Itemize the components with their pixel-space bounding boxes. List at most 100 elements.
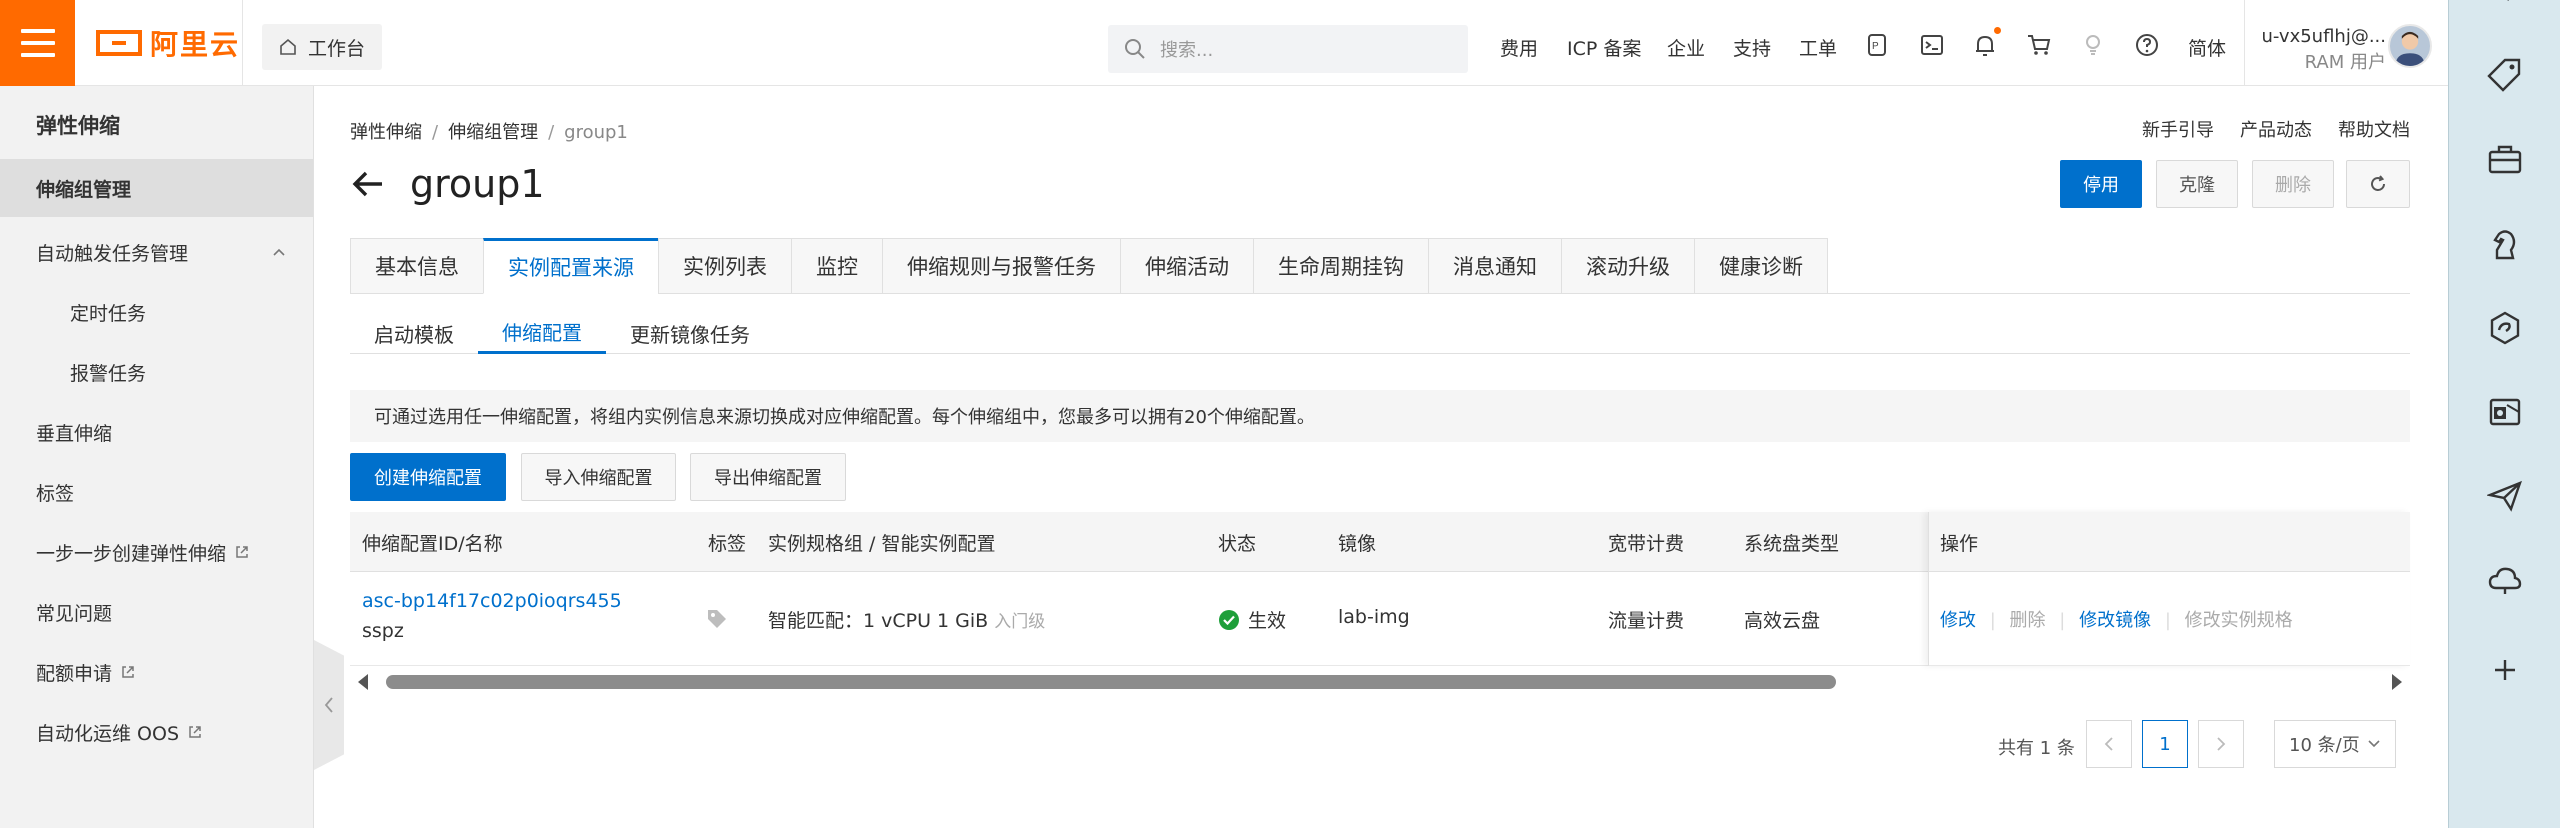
help-icon[interactable] xyxy=(2134,32,2160,58)
workbench-button[interactable]: 工作台 xyxy=(262,24,382,70)
page-title: group1 xyxy=(350,162,545,206)
console-app: 阿里云 工作台 搜索... 费用 ICP 备案 企业 支持 工单 P 简体 u-… xyxy=(0,0,2448,828)
chevron-right-icon xyxy=(2217,737,2226,751)
cloud-icon[interactable] xyxy=(2449,550,2560,610)
nav-enterprise[interactable]: 企业 xyxy=(1667,34,1705,61)
breadcrumb-item[interactable]: 伸缩组管理 xyxy=(448,122,538,143)
tab-notifications[interactable]: 消息通知 xyxy=(1428,238,1561,294)
notification-dot xyxy=(1994,27,2001,34)
sidebar-item-label: 定时任务 xyxy=(70,302,147,325)
svg-text:P: P xyxy=(1872,41,1879,52)
home-icon xyxy=(280,38,296,55)
sidebar-item-tags[interactable]: 标签 xyxy=(0,463,313,521)
sidebar-item-scheduled-tasks[interactable]: 定时任务 xyxy=(0,283,313,341)
sidebar-item-faq[interactable]: 常见问题 xyxy=(0,583,313,641)
sidebar-item-label: 一步一步创建弹性伸缩 xyxy=(36,542,227,565)
subtab-launch-template[interactable]: 启动模板 xyxy=(350,312,478,354)
tab-scaling-activity[interactable]: 伸缩活动 xyxy=(1120,238,1253,294)
tab-scaling-rules[interactable]: 伸缩规则与报警任务 xyxy=(882,238,1120,294)
nav-fees[interactable]: 费用 xyxy=(1500,34,1538,61)
horizontal-scrollbar[interactable] xyxy=(350,670,2410,694)
nav-support[interactable]: 支持 xyxy=(1733,34,1771,61)
tag-icon[interactable] xyxy=(2449,44,2560,104)
sidebar-item-label: 伸缩组管理 xyxy=(36,178,132,201)
chevron-left-icon xyxy=(324,697,333,713)
sidebar-item-alarm-tasks[interactable]: 报警任务 xyxy=(0,343,313,401)
chevron-down-icon xyxy=(2368,740,2380,748)
prev-page-button[interactable] xyxy=(2086,720,2132,768)
config-id-link[interactable]: asc-bp14f17c02p0ioqrs455 xyxy=(362,590,622,612)
external-link-icon xyxy=(189,726,201,738)
add-icon[interactable] xyxy=(2449,640,2560,700)
user-info[interactable]: u-vx5uflhj@... RAM 用户 xyxy=(2256,24,2387,76)
subtab-image-update[interactable]: 更新镜像任务 xyxy=(606,312,774,354)
nav-ticket[interactable]: 工单 xyxy=(1799,34,1837,61)
cart-icon[interactable] xyxy=(2026,32,2052,58)
lightbulb-icon[interactable] xyxy=(2080,32,2106,58)
sidebar-item-auto-tasks[interactable]: 自动触发任务管理 xyxy=(0,223,313,281)
tab-lifecycle-hooks[interactable]: 生命周期挂钩 xyxy=(1253,238,1428,294)
page-size-select[interactable]: 10 条/页 xyxy=(2274,720,2396,768)
terminal-icon[interactable] xyxy=(1919,32,1945,58)
sub-tabs: 启动模板 伸缩配置 更新镜像任务 xyxy=(350,312,2410,354)
menu-icon[interactable] xyxy=(0,0,75,86)
toolbox-icon[interactable] xyxy=(2449,130,2560,190)
tab-instance-config-source[interactable]: 实例配置来源 xyxy=(483,238,658,294)
status-cell: 生效 xyxy=(1218,606,1286,633)
sidebar-item-vertical-scaling[interactable]: 垂直伸缩 xyxy=(0,403,313,461)
refresh-button[interactable] xyxy=(2346,160,2410,208)
breadcrumb-item[interactable]: 弹性伸缩 xyxy=(350,122,422,143)
sidebar-item-tutorial[interactable]: 一步一步创建弹性伸缩 xyxy=(0,523,313,581)
avatar[interactable] xyxy=(2388,24,2432,68)
chess-knight-icon[interactable] xyxy=(2449,214,2560,274)
main-content: 弹性伸缩 / 伸缩组管理 / group1 新手引导 产品动态 帮助文档 group1 停用… xyxy=(350,86,2410,828)
ai-assistant-icon[interactable]: P xyxy=(1864,32,1890,58)
sidebar-item-label: 配额申请 xyxy=(36,662,113,685)
aliyun-logo[interactable]: 阿里云 xyxy=(96,24,240,62)
column-header: 镜像 xyxy=(1338,532,1377,555)
search-input[interactable]: 搜索... xyxy=(1108,25,1468,73)
tab-basic-info[interactable]: 基本信息 xyxy=(350,238,483,294)
subtab-scaling-config[interactable]: 伸缩配置 xyxy=(478,312,606,354)
tag-icon[interactable] xyxy=(706,608,728,630)
notification-bell-icon[interactable] xyxy=(1972,32,1998,58)
sidebar-item-oos[interactable]: 自动化运维 OOS xyxy=(0,703,313,761)
page-number-button[interactable]: 1 xyxy=(2142,720,2188,768)
search-icon xyxy=(1125,39,1145,59)
tab-rolling-upgrade[interactable]: 滚动升级 xyxy=(1561,238,1694,294)
next-page-button[interactable] xyxy=(2198,720,2244,768)
edge-browser-icon[interactable] xyxy=(2449,298,2560,358)
scroll-right-icon[interactable] xyxy=(2392,674,2402,690)
breadcrumb-current: group1 xyxy=(564,122,628,143)
create-config-button[interactable]: 创建伸缩配置 xyxy=(350,453,506,501)
link-help-docs[interactable]: 帮助文档 xyxy=(2338,120,2410,141)
import-config-button[interactable]: 导入伸缩配置 xyxy=(521,453,676,501)
tab-health-diagnosis[interactable]: 健康诊断 xyxy=(1694,238,1828,294)
scrollbar-thumb[interactable] xyxy=(386,675,1836,689)
export-config-button[interactable]: 导出伸缩配置 xyxy=(690,453,846,501)
clone-button[interactable]: 克隆 xyxy=(2156,160,2238,208)
language-switch[interactable]: 简体 xyxy=(2188,34,2226,61)
link-product-news[interactable]: 产品动态 xyxy=(2240,120,2312,141)
column-header: 系统盘类型 xyxy=(1744,532,1840,555)
column-header: 状态 xyxy=(1218,532,1257,555)
column-header: 实例规格组 / 智能实例配置 xyxy=(768,532,996,555)
tab-monitoring[interactable]: 监控 xyxy=(791,238,882,294)
config-name: sspz xyxy=(362,620,404,642)
sidebar-item-quota[interactable]: 配额申请 xyxy=(0,643,313,701)
outlook-icon[interactable] xyxy=(2449,382,2560,442)
instance-spec: 智能匹配：1 vCPU 1 GiB 入门级 xyxy=(768,606,1045,633)
scroll-left-icon[interactable] xyxy=(358,674,368,690)
disable-button[interactable]: 停用 xyxy=(2060,160,2142,208)
sidebar-collapse-handle[interactable] xyxy=(314,640,344,770)
nav-icp[interactable]: ICP 备案 xyxy=(1567,34,1641,61)
sidebar-item-label: 垂直伸缩 xyxy=(36,422,113,445)
refresh-icon xyxy=(2371,175,2385,191)
back-arrow-icon[interactable] xyxy=(350,166,386,202)
sidebar-item-scaling-group[interactable]: 伸缩组管理 xyxy=(0,159,313,217)
pen-icon[interactable] xyxy=(2449,0,2560,30)
delete-group-button[interactable]: 删除 xyxy=(2252,160,2334,208)
tab-instance-list[interactable]: 实例列表 xyxy=(658,238,791,294)
link-guide[interactable]: 新手引导 xyxy=(2142,120,2214,141)
send-icon[interactable] xyxy=(2449,466,2560,526)
